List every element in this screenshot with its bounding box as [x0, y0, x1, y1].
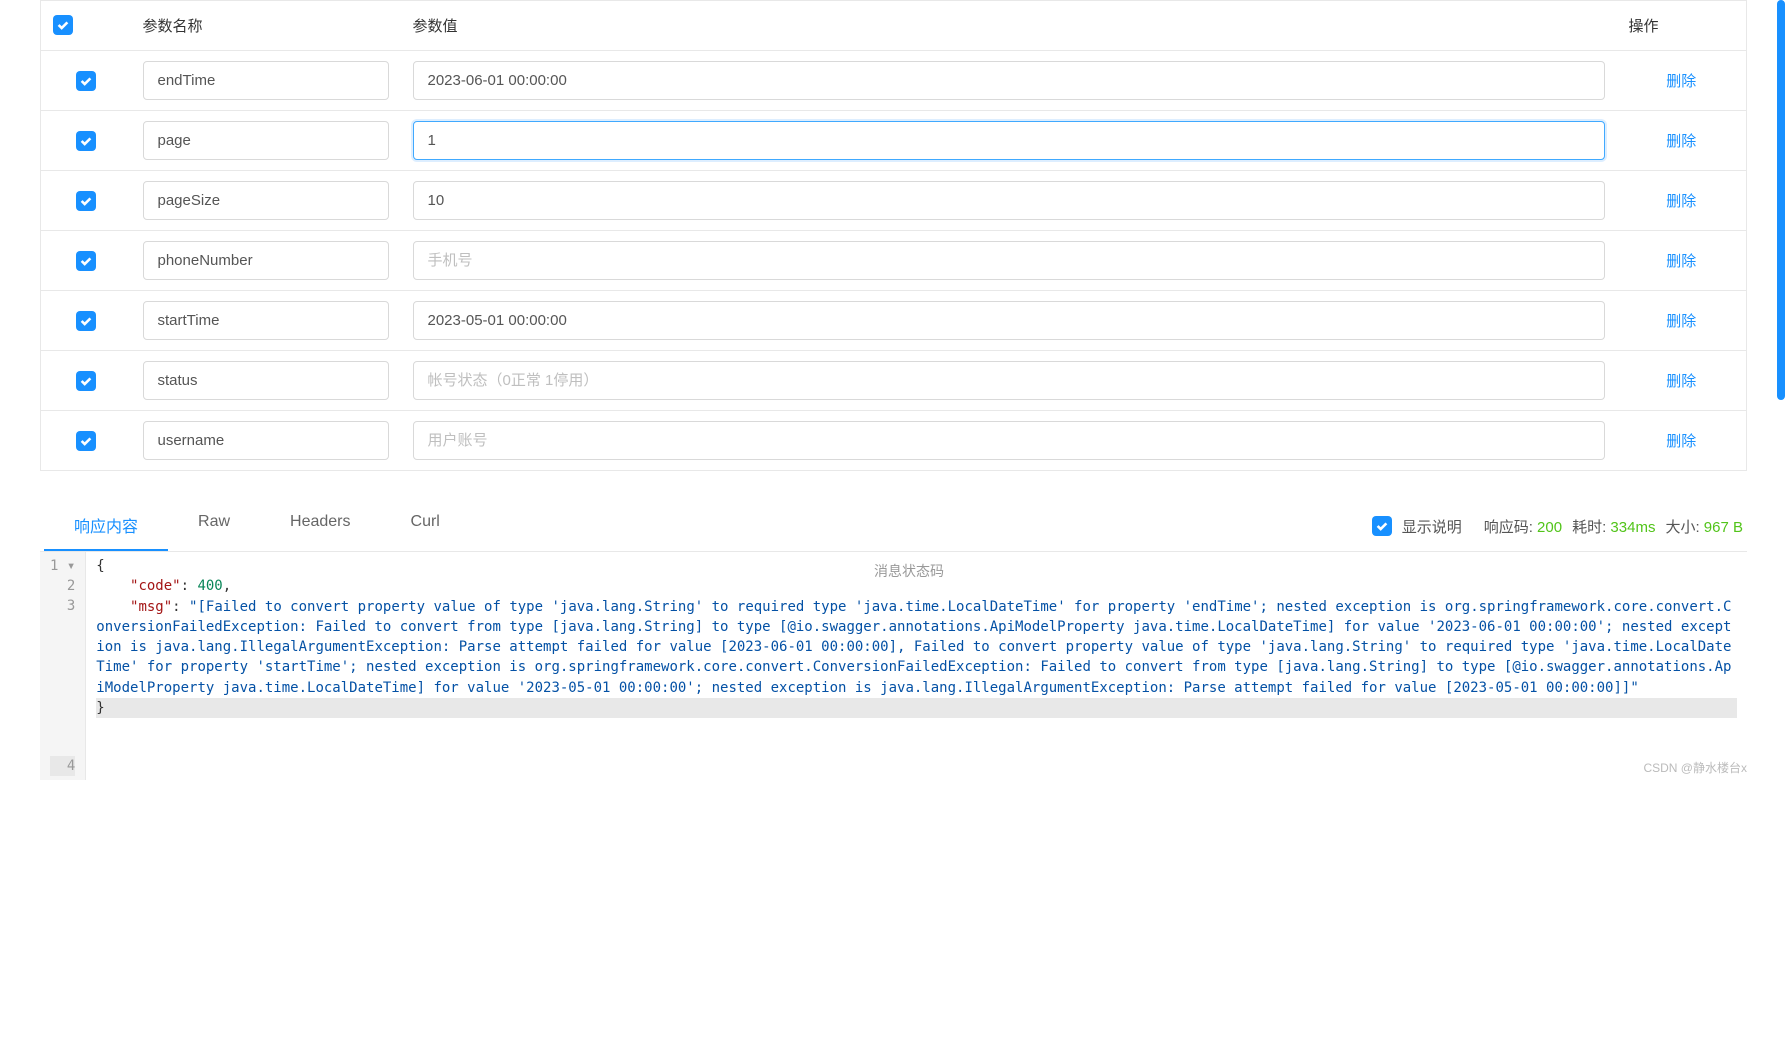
param-name-input[interactable]: [143, 421, 389, 460]
delete-button[interactable]: 删除: [1666, 313, 1696, 330]
response-section: 响应内容RawHeadersCurl 显示说明 响应码: 200 耗时: 334…: [40, 501, 1747, 780]
delete-button[interactable]: 删除: [1666, 433, 1696, 450]
time-value: 334ms: [1610, 519, 1655, 536]
watermark: CSDN @静水楼台x: [1643, 759, 1747, 776]
header-action: 操作: [1617, 1, 1747, 51]
code-value: 200: [1537, 519, 1562, 536]
code-label: 响应码:: [1484, 519, 1533, 536]
param-row: 删除: [41, 111, 1747, 171]
param-value-input[interactable]: [413, 121, 1605, 160]
checkbox[interactable]: [76, 191, 96, 211]
param-name-input[interactable]: [143, 301, 389, 340]
check-icon: [56, 18, 70, 32]
param-value-input[interactable]: [413, 241, 1605, 280]
response-tabs: 响应内容RawHeadersCurl: [44, 501, 470, 551]
param-value-input[interactable]: [413, 181, 1605, 220]
tooltip: 消息状态码: [870, 560, 948, 584]
checkbox[interactable]: [76, 71, 96, 91]
delete-button[interactable]: 删除: [1666, 73, 1696, 90]
delete-button[interactable]: 删除: [1666, 133, 1696, 150]
param-value-input[interactable]: [413, 61, 1605, 100]
response-meta: 显示说明 响应码: 200 耗时: 334ms 大小: 967 B: [1372, 516, 1743, 537]
check-icon: [79, 134, 93, 148]
gutter-line: 3: [50, 596, 75, 756]
show-desc-checkbox[interactable]: [1372, 516, 1392, 536]
param-row: 删除: [41, 51, 1747, 111]
param-name-input[interactable]: [143, 181, 389, 220]
gutter-line: 1 ▾: [50, 556, 75, 576]
delete-button[interactable]: 删除: [1666, 193, 1696, 210]
check-icon: [79, 314, 93, 328]
size-value: 967 B: [1704, 519, 1743, 536]
tab-curl[interactable]: Curl: [381, 501, 470, 551]
param-name-input[interactable]: [143, 361, 389, 400]
check-icon: [79, 194, 93, 208]
check-icon: [79, 74, 93, 88]
tab-headers[interactable]: Headers: [260, 501, 380, 551]
header-param-name: 参数名称: [131, 1, 401, 51]
checkbox[interactable]: [76, 251, 96, 271]
param-name-input[interactable]: [143, 61, 389, 100]
size-label: 大小:: [1665, 519, 1699, 536]
delete-button[interactable]: 删除: [1666, 373, 1696, 390]
line-gutter: 1 ▾ 2 3 4: [40, 552, 86, 780]
gutter-line: 4: [50, 756, 75, 776]
param-name-input[interactable]: [143, 121, 389, 160]
checkbox[interactable]: [76, 311, 96, 331]
param-row: 删除: [41, 291, 1747, 351]
tab-raw[interactable]: Raw: [168, 501, 260, 551]
checkbox-all[interactable]: [53, 15, 73, 35]
param-row: 删除: [41, 231, 1747, 291]
delete-button[interactable]: 删除: [1666, 253, 1696, 270]
param-name-input[interactable]: [143, 241, 389, 280]
param-value-input[interactable]: [413, 421, 1605, 460]
param-row: 删除: [41, 351, 1747, 411]
gutter-line: 2: [50, 576, 75, 596]
json-brace-close: }: [96, 698, 1737, 718]
param-row: 删除: [41, 411, 1747, 471]
code-area: 1 ▾ 2 3 4 { "code": 400, "msg": "[Failed…: [40, 552, 1747, 780]
param-value-input[interactable]: [413, 301, 1605, 340]
time-label: 耗时:: [1572, 519, 1606, 536]
code-body[interactable]: { "code": 400, "msg": "[Failed to conver…: [86, 552, 1747, 780]
json-val-msg: "[Failed to convert property value of ty…: [96, 599, 1731, 696]
check-icon: [79, 434, 93, 448]
param-row: 删除: [41, 171, 1747, 231]
check-icon: [79, 254, 93, 268]
header-param-value: 参数值: [401, 1, 1617, 51]
params-table: 参数名称 参数值 操作 删除删除删除删除删除删除删除: [40, 0, 1747, 471]
check-icon: [1375, 519, 1389, 533]
show-desc-label: 显示说明: [1402, 516, 1462, 537]
json-brace-open: {: [96, 558, 104, 574]
json-val-code: 400: [197, 578, 222, 594]
checkbox[interactable]: [76, 131, 96, 151]
json-key-code: "code": [130, 578, 181, 594]
param-value-input[interactable]: [413, 361, 1605, 400]
check-icon: [79, 374, 93, 388]
tab-content[interactable]: 响应内容: [44, 501, 168, 551]
checkbox[interactable]: [76, 371, 96, 391]
json-key-msg: "msg": [130, 599, 172, 615]
scrollbar[interactable]: [1777, 0, 1785, 400]
checkbox[interactable]: [76, 431, 96, 451]
